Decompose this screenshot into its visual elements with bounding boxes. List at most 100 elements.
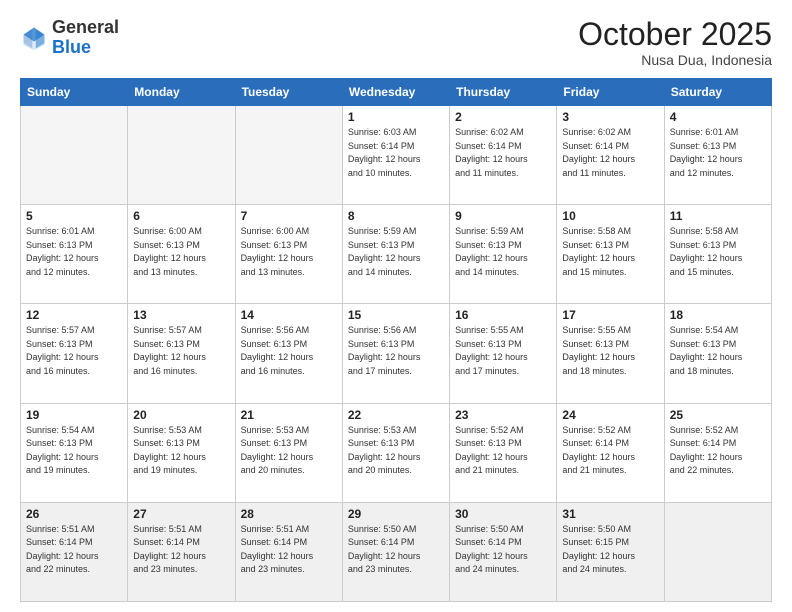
calendar-cell: 23Sunrise: 5:52 AM Sunset: 6:13 PM Dayli… (450, 403, 557, 502)
day-info: Sunrise: 5:53 AM Sunset: 6:13 PM Dayligh… (133, 424, 229, 478)
day-number: 23 (455, 408, 551, 422)
calendar-header-saturday: Saturday (664, 79, 771, 106)
calendar-cell: 7 Sunrise: 6:00 AM Sunset: 6:13 PM Daylig… (235, 205, 342, 304)
day-info: Sunrise: 6:02 AM Sunset: 6:14 PM Dayligh… (562, 126, 658, 180)
day-info: Sunrise: 6:00 AM Sunset: 6:13 PM Dayligh… (241, 225, 337, 279)
day-info: Sunrise: 5:55 AM Sunset: 6:13 PM Dayligh… (562, 324, 658, 378)
calendar-cell (235, 106, 342, 205)
page: General Blue October 2025 Nusa Dua, Indo… (0, 0, 792, 612)
day-number: 21 (241, 408, 337, 422)
day-number: 4 (670, 110, 766, 124)
day-number: 8 (348, 209, 444, 223)
calendar-cell: 5 Sunrise: 6:01 AM Sunset: 6:13 PM Daylig… (21, 205, 128, 304)
calendar-week-3: 12 Sunrise: 5:57 AM Sunset: 6:13 PM Dayli… (21, 304, 772, 403)
day-info: Sunrise: 5:57 AM Sunset: 6:13 PM Dayligh… (133, 324, 229, 378)
calendar-cell: 26 Sunrise: 5:51 AM Sunset: 6:14 PM Dayli… (21, 502, 128, 601)
calendar-week-1: 1Sunrise: 6:03 AM Sunset: 6:14 PM Daylig… (21, 106, 772, 205)
calendar-header-row: SundayMondayTuesdayWednesdayThursdayFrid… (21, 79, 772, 106)
day-info: Sunrise: 6:01 AM Sunset: 6:13 PM Dayligh… (26, 225, 122, 279)
day-number: 30 (455, 507, 551, 521)
day-info: Sunrise: 6:00 AM Sunset: 6:13 PM Dayligh… (133, 225, 229, 279)
day-number: 26 (26, 507, 122, 521)
calendar-cell: 15 Sunrise: 5:56 AM Sunset: 6:13 PM Dayli… (342, 304, 449, 403)
calendar-cell: 19 Sunrise: 5:54 AM Sunset: 6:13 PM Dayli… (21, 403, 128, 502)
day-number: 10 (562, 209, 658, 223)
logo: General Blue (20, 18, 119, 58)
calendar-header-tuesday: Tuesday (235, 79, 342, 106)
month-title: October 2025 (578, 18, 772, 50)
calendar-cell (128, 106, 235, 205)
day-number: 6 (133, 209, 229, 223)
calendar-cell: 21 Sunrise: 5:53 AM Sunset: 6:13 PM Dayli… (235, 403, 342, 502)
day-info: Sunrise: 5:51 AM Sunset: 6:14 PM Dayligh… (241, 523, 337, 577)
day-number: 5 (26, 209, 122, 223)
calendar-cell: 28Sunrise: 5:51 AM Sunset: 6:14 PM Dayli… (235, 502, 342, 601)
calendar-header-friday: Friday (557, 79, 664, 106)
day-number: 12 (26, 308, 122, 322)
day-info: Sunrise: 5:52 AM Sunset: 6:14 PM Dayligh… (670, 424, 766, 478)
calendar-week-2: 5 Sunrise: 6:01 AM Sunset: 6:13 PM Daylig… (21, 205, 772, 304)
location: Nusa Dua, Indonesia (578, 52, 772, 68)
calendar-cell: 27Sunrise: 5:51 AM Sunset: 6:14 PM Dayli… (128, 502, 235, 601)
day-info: Sunrise: 6:01 AM Sunset: 6:13 PM Dayligh… (670, 126, 766, 180)
calendar-header-sunday: Sunday (21, 79, 128, 106)
day-number: 17 (562, 308, 658, 322)
day-info: Sunrise: 5:50 AM Sunset: 6:14 PM Dayligh… (348, 523, 444, 577)
day-info: Sunrise: 5:53 AM Sunset: 6:13 PM Dayligh… (348, 424, 444, 478)
calendar-cell: 13 Sunrise: 5:57 AM Sunset: 6:13 PM Dayli… (128, 304, 235, 403)
calendar-cell: 9 Sunrise: 5:59 AM Sunset: 6:13 PM Daylig… (450, 205, 557, 304)
calendar-cell: 29Sunrise: 5:50 AM Sunset: 6:14 PM Dayli… (342, 502, 449, 601)
calendar-header-monday: Monday (128, 79, 235, 106)
day-number: 24 (562, 408, 658, 422)
calendar-week-4: 19 Sunrise: 5:54 AM Sunset: 6:13 PM Dayli… (21, 403, 772, 502)
calendar-cell: 1Sunrise: 6:03 AM Sunset: 6:14 PM Daylig… (342, 106, 449, 205)
day-info: Sunrise: 5:50 AM Sunset: 6:15 PM Dayligh… (562, 523, 658, 577)
calendar-cell: 4 Sunrise: 6:01 AM Sunset: 6:13 PM Daylig… (664, 106, 771, 205)
day-info: Sunrise: 5:56 AM Sunset: 6:13 PM Dayligh… (348, 324, 444, 378)
day-info: Sunrise: 5:59 AM Sunset: 6:13 PM Dayligh… (455, 225, 551, 279)
logo-general: General (52, 17, 119, 37)
day-info: Sunrise: 5:59 AM Sunset: 6:13 PM Dayligh… (348, 225, 444, 279)
day-info: Sunrise: 5:53 AM Sunset: 6:13 PM Dayligh… (241, 424, 337, 478)
calendar-cell: 11 Sunrise: 5:58 AM Sunset: 6:13 PM Dayli… (664, 205, 771, 304)
day-number: 2 (455, 110, 551, 124)
calendar-cell: 6 Sunrise: 6:00 AM Sunset: 6:13 PM Daylig… (128, 205, 235, 304)
day-number: 3 (562, 110, 658, 124)
day-number: 13 (133, 308, 229, 322)
day-info: Sunrise: 5:51 AM Sunset: 6:14 PM Dayligh… (26, 523, 122, 577)
day-number: 16 (455, 308, 551, 322)
logo-icon (20, 24, 48, 52)
day-number: 9 (455, 209, 551, 223)
day-number: 7 (241, 209, 337, 223)
header: General Blue October 2025 Nusa Dua, Indo… (20, 18, 772, 68)
logo-blue: Blue (52, 37, 91, 57)
day-number: 19 (26, 408, 122, 422)
calendar-cell (664, 502, 771, 601)
day-number: 15 (348, 308, 444, 322)
calendar-cell: 24 Sunrise: 5:52 AM Sunset: 6:14 PM Dayli… (557, 403, 664, 502)
calendar-cell (21, 106, 128, 205)
calendar-cell: 31 Sunrise: 5:50 AM Sunset: 6:15 PM Dayli… (557, 502, 664, 601)
day-info: Sunrise: 5:54 AM Sunset: 6:13 PM Dayligh… (26, 424, 122, 478)
title-block: October 2025 Nusa Dua, Indonesia (578, 18, 772, 68)
day-number: 1 (348, 110, 444, 124)
calendar-week-5: 26 Sunrise: 5:51 AM Sunset: 6:14 PM Dayli… (21, 502, 772, 601)
calendar-cell: 20Sunrise: 5:53 AM Sunset: 6:13 PM Dayli… (128, 403, 235, 502)
calendar-cell: 22 Sunrise: 5:53 AM Sunset: 6:13 PM Dayli… (342, 403, 449, 502)
day-info: Sunrise: 5:51 AM Sunset: 6:14 PM Dayligh… (133, 523, 229, 577)
calendar-cell: 10 Sunrise: 5:58 AM Sunset: 6:13 PM Dayli… (557, 205, 664, 304)
calendar-header-thursday: Thursday (450, 79, 557, 106)
calendar-cell: 17 Sunrise: 5:55 AM Sunset: 6:13 PM Dayli… (557, 304, 664, 403)
day-info: Sunrise: 5:58 AM Sunset: 6:13 PM Dayligh… (562, 225, 658, 279)
day-info: Sunrise: 5:52 AM Sunset: 6:14 PM Dayligh… (562, 424, 658, 478)
calendar-cell: 25 Sunrise: 5:52 AM Sunset: 6:14 PM Dayli… (664, 403, 771, 502)
calendar-header-wednesday: Wednesday (342, 79, 449, 106)
logo-text: General Blue (52, 18, 119, 58)
day-info: Sunrise: 5:58 AM Sunset: 6:13 PM Dayligh… (670, 225, 766, 279)
day-number: 11 (670, 209, 766, 223)
day-info: Sunrise: 5:56 AM Sunset: 6:13 PM Dayligh… (241, 324, 337, 378)
day-number: 31 (562, 507, 658, 521)
day-number: 22 (348, 408, 444, 422)
day-number: 25 (670, 408, 766, 422)
calendar-cell: 18Sunrise: 5:54 AM Sunset: 6:13 PM Dayli… (664, 304, 771, 403)
